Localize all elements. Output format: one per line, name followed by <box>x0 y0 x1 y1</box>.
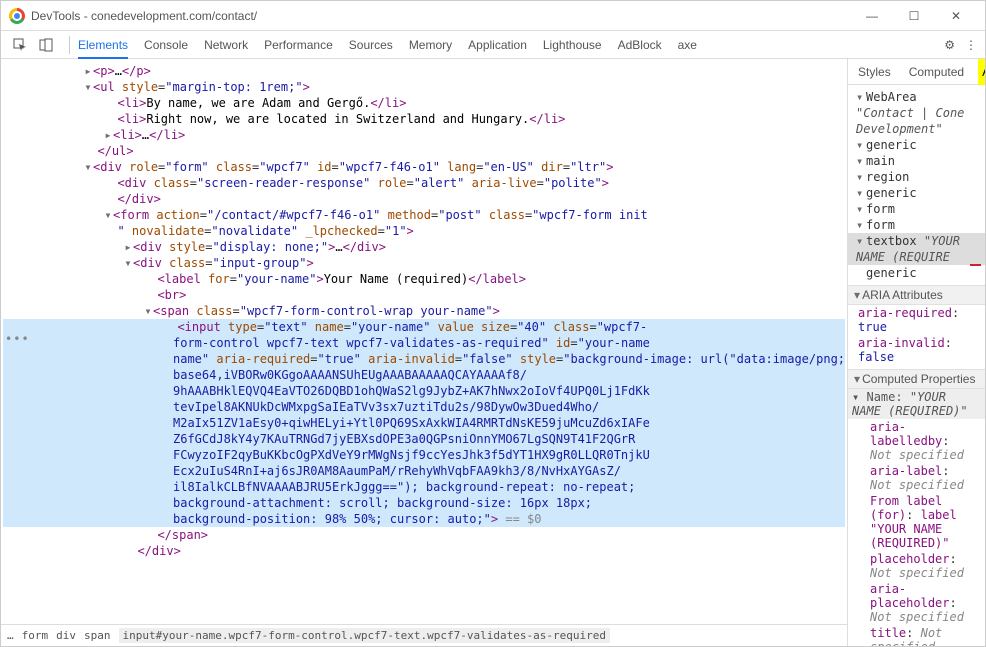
breadcrumb-item[interactable]: form <box>22 629 49 642</box>
dom-node[interactable]: ▾<form action="/contact/#wpcf7-f46-o1" m… <box>3 207 845 223</box>
a11y-node[interactable]: ▾generic <box>848 137 985 153</box>
dom-node-selected[interactable]: name" aria-required="true" aria-invalid=… <box>3 351 845 367</box>
tab-lighthouse[interactable]: Lighthouse <box>543 31 602 59</box>
dom-node[interactable]: <br> <box>3 287 845 303</box>
property-row: aria-placeholder: Not specified <box>848 581 985 625</box>
dom-node[interactable]: ▾<ul style="margin-top: 1rem;"> <box>3 79 845 95</box>
a11y-node[interactable]: ▾form <box>848 217 985 233</box>
window-title: DevTools - conedevelopment.com/contact/ <box>31 9 851 23</box>
dom-node[interactable]: " novalidate="novalidate" _lpchecked="1"… <box>3 223 845 239</box>
maximize-button[interactable]: ☐ <box>893 1 935 31</box>
breadcrumb-item-selected[interactable]: input#your-name.wpcf7-form-control.wpcf7… <box>119 628 610 643</box>
chrome-icon <box>9 8 25 24</box>
a11y-node[interactable]: ▾form <box>848 201 985 217</box>
tab-elements[interactable]: Elements <box>78 31 128 59</box>
dom-node[interactable]: ▸<div style="display: none;">…</div> <box>3 239 845 255</box>
section-computed-properties[interactable]: ▾Computed Properties <box>848 369 985 389</box>
side-tabs: Styles Computed Accessibility » <box>848 59 985 85</box>
dom-node-selected[interactable]: FCwyzoIF2qyBuKKbcOgPXdVeY9rMWgNsjf9ccYes… <box>3 447 845 463</box>
property-row: placeholder: Not specified <box>848 551 985 581</box>
dom-node[interactable]: </div> <box>3 543 845 559</box>
a11y-node[interactable]: ▾generic <box>848 185 985 201</box>
settings-icon[interactable]: ⚙ <box>944 38 955 52</box>
side-tab-accessibility[interactable]: Accessibility <box>978 59 985 85</box>
computed-name[interactable]: ▾ Name: "YOUR NAME (REQUIRED)" <box>848 389 985 419</box>
gutter-ellipsis-icon: ••• <box>5 331 30 347</box>
side-tab-styles[interactable]: Styles <box>854 59 895 85</box>
inspect-element-icon[interactable] <box>9 34 31 56</box>
dom-node[interactable]: <li>Right now, we are located in Switzer… <box>3 111 845 127</box>
devtools-toolbar: Elements Console Network Performance Sou… <box>1 31 985 59</box>
dom-node-selected[interactable]: 9hAAABHklEQVQ4EaVTO26DQBD1ohQWaS2lg9JybZ… <box>3 383 845 399</box>
dom-node[interactable]: <label for="your-name">Your Name (requir… <box>3 271 845 287</box>
property-row: From label (for): label "YOUR NAME (REQU… <box>848 493 985 551</box>
accessibility-tree[interactable]: ▾WebArea "Contact | Cone Development" ▾g… <box>848 89 985 281</box>
panel-tabs: Elements Console Network Performance Sou… <box>78 31 944 59</box>
dom-node[interactable]: ▾<div role="form" class="wpcf7" id="wpcf… <box>3 159 845 175</box>
dom-node-selected[interactable]: M2aIx51ZV1aEsy0+qiwHELyi+Ytl0PQ69SxAxkWI… <box>3 415 845 431</box>
breadcrumb-item[interactable]: div <box>56 629 76 642</box>
dom-tree[interactable]: ••• ▸<p>…</p> ▾<ul style="margin-top: 1r… <box>1 59 847 624</box>
breadcrumb-item[interactable]: span <box>84 629 111 642</box>
more-icon[interactable]: ⋮ <box>965 38 977 52</box>
dom-node[interactable]: ▾<div class="input-group"> <box>3 255 845 271</box>
breadcrumb-item[interactable]: … <box>7 629 14 642</box>
tab-performance[interactable]: Performance <box>264 31 333 59</box>
tab-memory[interactable]: Memory <box>409 31 452 59</box>
titlebar: DevTools - conedevelopment.com/contact/ … <box>1 1 985 31</box>
elements-panel: ••• ▸<p>…</p> ▾<ul style="margin-top: 1r… <box>1 59 848 646</box>
property-row: aria-required: true <box>848 305 985 335</box>
dom-node[interactable]: ▸<li>…</li> <box>3 127 845 143</box>
property-row: aria-label: Not specified <box>848 463 985 493</box>
dom-node[interactable]: </span> <box>3 527 845 543</box>
dom-node-selected[interactable]: Ecx2uIuS4RnI+aj6sJR0AM8AaumPaM/rRehyWhVq… <box>3 463 845 479</box>
a11y-node[interactable]: ▾main <box>848 153 985 169</box>
dom-node-selected[interactable]: form-control wpcf7-text wpcf7-validates-… <box>3 335 845 351</box>
tab-adblock[interactable]: AdBlock <box>618 31 662 59</box>
dom-node[interactable]: </div> <box>3 191 845 207</box>
property-row: aria-invalid: false <box>848 335 985 365</box>
a11y-node-selected[interactable]: ▾textbox "YOUR NAME (REQUIRE <box>848 233 985 265</box>
devtools-window: DevTools - conedevelopment.com/contact/ … <box>0 0 986 647</box>
breadcrumb[interactable]: … form div span input#your-name.wpcf7-fo… <box>1 624 847 646</box>
dom-node[interactable]: </ul> <box>3 143 845 159</box>
tab-network[interactable]: Network <box>204 31 248 59</box>
dom-node-selected[interactable]: tevIpel8AKNUkDcWMxpgSaIEaTVv3sx7uztiTdu2… <box>3 399 845 415</box>
minimize-button[interactable]: — <box>851 1 893 31</box>
tab-axe[interactable]: axe <box>678 31 697 59</box>
dom-node[interactable]: ▸<p>…</p> <box>3 63 845 79</box>
dom-node-selected[interactable]: background-attachment: scroll; backgroun… <box>3 495 845 511</box>
property-row: title: Not specified <box>848 625 985 646</box>
dom-node-selected[interactable]: base64,iVBORw0KGgoAAAANSUhEUgAAABAAAAAQC… <box>3 367 845 383</box>
toggle-device-icon[interactable] <box>35 34 57 56</box>
tab-console[interactable]: Console <box>144 31 188 59</box>
a11y-node[interactable]: generic <box>848 265 985 281</box>
dom-node[interactable]: ▾<span class="wpcf7-form-control-wrap yo… <box>3 303 845 319</box>
dom-node-selected[interactable]: Z6fGCdJ8kY4y7KAuTRNGd7jyEBXsdOPE3a0QGPsn… <box>3 431 845 447</box>
dom-node-selected[interactable]: <input type="text" name="your-name" valu… <box>3 319 845 335</box>
a11y-node[interactable]: ▾WebArea "Contact | Cone Development" <box>848 89 985 137</box>
tab-application[interactable]: Application <box>468 31 527 59</box>
side-tab-computed[interactable]: Computed <box>905 59 968 85</box>
tab-sources[interactable]: Sources <box>349 31 393 59</box>
a11y-node[interactable]: ▾region <box>848 169 985 185</box>
dom-node-selected[interactable]: background-position: 98% 50%; cursor: au… <box>3 511 845 527</box>
property-row: aria-labelledby: Not specified <box>848 419 985 463</box>
side-panel: Styles Computed Accessibility » ▾WebArea… <box>848 59 985 646</box>
close-button[interactable]: ✕ <box>935 1 977 31</box>
dom-node[interactable]: <li>By name, we are Adam and Gergő.</li> <box>3 95 845 111</box>
dom-node-selected[interactable]: il8IalkCLBfNVAAAABJRU5ErkJggg=="); backg… <box>3 479 845 495</box>
dom-node[interactable]: <div class="screen-reader-response" role… <box>3 175 845 191</box>
section-aria-attributes[interactable]: ▾ARIA Attributes <box>848 285 985 305</box>
